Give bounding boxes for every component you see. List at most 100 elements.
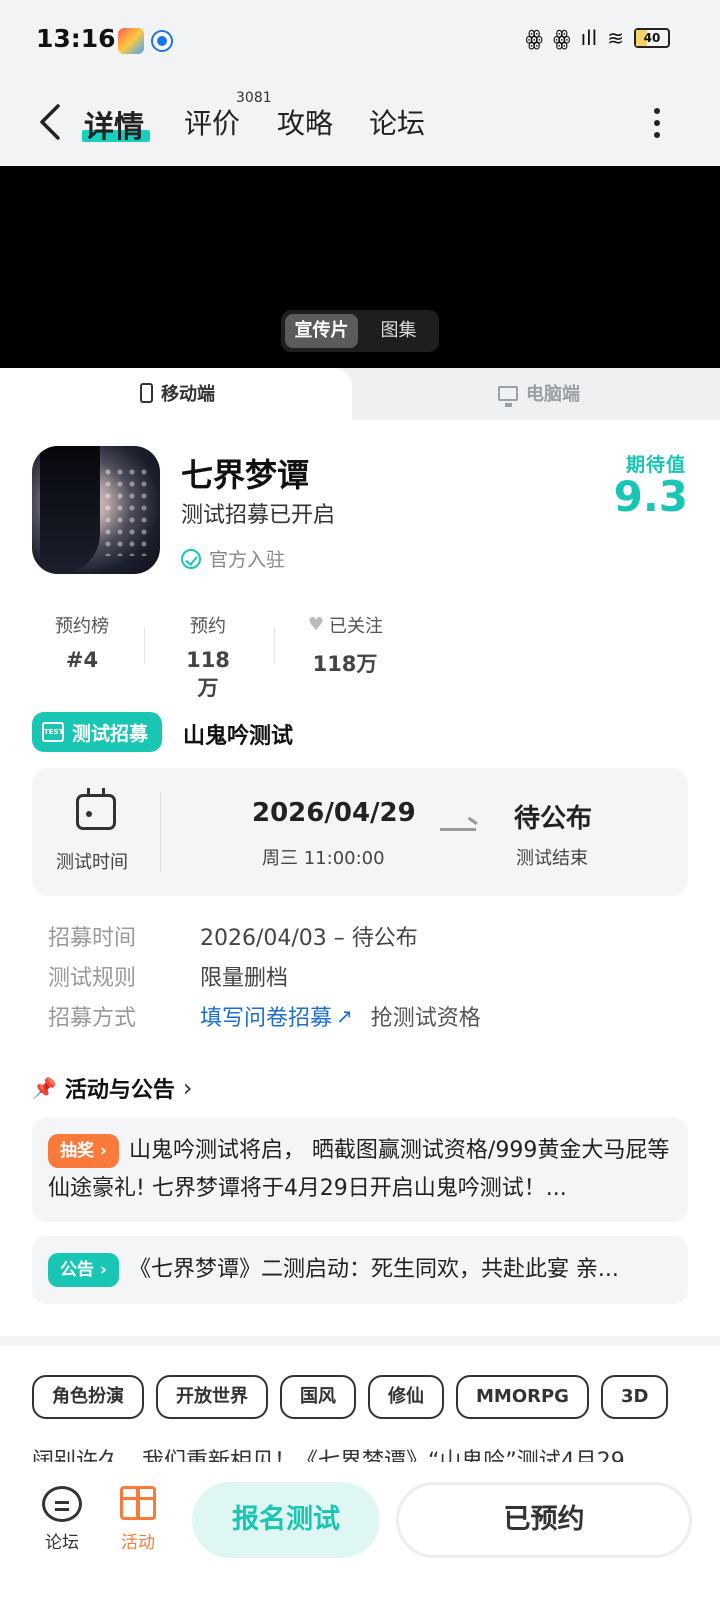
- test-time-card: 测试时间 2026/04/29 周三 11:00:00 待公布 测试结束: [32, 768, 688, 896]
- status-icons: ꙮ ꙮ ıll ≋ 40: [525, 26, 670, 50]
- back-icon[interactable]: [36, 100, 66, 144]
- calendar-icon: [76, 788, 116, 830]
- notice-content: 《七界梦谭》二测启动：死生同欢，共赴此宴 亲...: [128, 1257, 619, 1282]
- tab-guides[interactable]: 攻略: [277, 102, 333, 142]
- stat-following-label-row: ♥ 已关注: [300, 612, 390, 638]
- gallery-button[interactable]: 图集: [362, 314, 435, 348]
- stat-following[interactable]: ♥ 已关注 118万: [300, 612, 390, 678]
- info-label: 招募时间: [48, 926, 137, 951]
- app-notification-icon: [118, 28, 144, 54]
- notification-icon: ꙮ: [552, 26, 571, 50]
- questionnaire-link[interactable]: 填写问卷招募 ↗: [200, 1000, 353, 1032]
- platform-pc-label: 电脑端: [526, 384, 580, 405]
- gift-icon: [120, 1486, 156, 1520]
- phone-icon: [140, 383, 153, 403]
- info-row-recruit-method: 招募方式 填写问卷招募 ↗ 抢测试资格: [48, 1000, 481, 1032]
- monitor-icon: [498, 385, 518, 407]
- tab-reviews[interactable]: 评价: [184, 102, 240, 142]
- info-value: 限量删档: [200, 966, 289, 991]
- media-toggle: 宣传片 图集: [281, 310, 439, 352]
- stat-rank-label: 预约榜: [55, 616, 109, 637]
- platform-mobile-label: 移动端: [161, 384, 215, 405]
- video-player[interactable]: 宣传片 图集: [0, 166, 720, 368]
- genre-tags: 角色扮演 开放世界 国风 修仙 MMORPG 3D: [32, 1375, 669, 1419]
- activities-header[interactable]: 📌 活动与公告 ›: [32, 1072, 193, 1104]
- notice-content: 山鬼吟测试将启， 晒截图赢测试资格/999黄金大马屁等仙途豪礼! 七界梦谭将于4…: [48, 1138, 670, 1201]
- test-end-value: 待公布: [514, 804, 593, 834]
- genre-tag[interactable]: 角色扮演: [32, 1375, 144, 1419]
- game-title: 七界梦谭: [181, 456, 310, 494]
- description-preview: 阔别许久，我们重新相见！《七界梦谭》“山鬼吟”测试4月29: [32, 1449, 625, 1462]
- stat-following-value: 118万: [312, 652, 378, 676]
- more-icon[interactable]: [652, 104, 662, 138]
- test-start-time: 周三 11:00:00: [262, 848, 385, 869]
- forum-label: 论坛: [45, 1533, 79, 1553]
- stat-reservations-value: 118万: [186, 648, 230, 700]
- section-divider: [0, 1336, 720, 1346]
- divider: [160, 792, 161, 872]
- tab-details[interactable]: 详情: [84, 102, 144, 146]
- tab-forum[interactable]: 论坛: [369, 102, 425, 142]
- notice-text: 公告 › 《七界梦谭》二测启动：死生同欢，共赴此宴 亲...: [48, 1251, 672, 1289]
- forum-button[interactable]: 论坛: [32, 1486, 92, 1553]
- stat-rank-value: #4: [65, 648, 99, 672]
- game-subtitle: 测试招募已开启: [181, 503, 336, 528]
- genre-tag[interactable]: MMORPG: [456, 1375, 589, 1419]
- platform-mobile[interactable]: 移动端: [140, 380, 215, 406]
- test-end-label: 测试结束: [516, 848, 588, 869]
- genre-tag[interactable]: 开放世界: [156, 1375, 268, 1419]
- stat-following-label: 已关注: [329, 616, 383, 637]
- announcement-tag: 公告 ›: [48, 1253, 119, 1287]
- platform-tabs: 移动端 电脑端: [0, 368, 720, 420]
- reviews-count: 3081: [236, 90, 272, 106]
- arrow-right-icon: [440, 828, 476, 831]
- official-badge: 官方入驻: [181, 545, 285, 572]
- divider: [144, 628, 145, 664]
- info-row-recruit-time: 招募时间 2026/04/03 – 待公布: [48, 920, 418, 952]
- status-bar: 13:16 ꙮ ꙮ ıll ≋ 40: [0, 0, 720, 82]
- stat-rank[interactable]: 预约榜 #4: [50, 612, 114, 672]
- notice-item-announcement[interactable]: 公告 › 《七界梦谭》二测启动：死生同欢，共赴此宴 亲...: [32, 1236, 688, 1304]
- pin-icon: 📌: [32, 1076, 57, 1100]
- expectation-score: 9.3: [613, 472, 688, 521]
- battery-icon: 40: [634, 28, 670, 48]
- test-recruit-badge: TEST 测试招募: [32, 712, 163, 752]
- reserved-button[interactable]: 已预约: [396, 1482, 692, 1558]
- notice-item-lottery[interactable]: 抽奖 › 山鬼吟测试将启， 晒截图赢测试资格/999黄金大马屁等仙途豪礼! 七界梦…: [32, 1118, 688, 1222]
- test-time-label: 测试时间: [56, 852, 128, 873]
- wifi-icon: ≋: [607, 26, 624, 50]
- bottom-action-bar: 论坛 活动 报名测试 已预约: [0, 1462, 720, 1608]
- signal-icon: ıll: [580, 26, 598, 50]
- trailer-button[interactable]: 宣传片: [285, 314, 358, 348]
- heart-icon: ♥: [307, 614, 325, 635]
- notification-icon: ꙮ: [525, 26, 543, 50]
- notice-text: 抽奖 › 山鬼吟测试将启， 晒截图赢测试资格/999黄金大马屁等仙途豪礼! 七界梦…: [48, 1132, 672, 1208]
- game-app-icon: [32, 446, 160, 574]
- activities-title: 活动与公告: [64, 1078, 175, 1103]
- official-label: 官方入驻: [209, 549, 286, 571]
- platform-pc[interactable]: 电脑端: [498, 380, 580, 407]
- chat-bubble-icon: [42, 1486, 82, 1522]
- genre-tag[interactable]: 修仙: [368, 1375, 444, 1419]
- genre-tag[interactable]: 国风: [280, 1375, 356, 1419]
- lottery-tag: 抽奖 ›: [48, 1134, 119, 1168]
- info-label: 招募方式: [48, 1006, 137, 1031]
- status-time: 13:16: [36, 24, 116, 53]
- info-row-test-rules: 测试规则 限量删档: [48, 960, 288, 992]
- test-icon: TEST: [42, 722, 64, 742]
- app-notification-icon-2: [153, 32, 171, 50]
- genre-tag[interactable]: 3D: [600, 1375, 669, 1419]
- top-nav: 详情 评价 3081 攻略 论坛: [0, 82, 720, 166]
- info-value: 2026/04/03 – 待公布: [200, 926, 418, 951]
- activity-label: 活动: [121, 1533, 155, 1553]
- test-badge-label: 测试招募: [72, 722, 149, 745]
- test-start-date: 2026/04/29: [252, 798, 416, 828]
- signup-test-button[interactable]: 报名测试: [192, 1482, 380, 1558]
- questionnaire-link-label: 填写问卷招募: [200, 1006, 333, 1031]
- activity-button[interactable]: 活动: [108, 1486, 168, 1553]
- test-name: 山鬼吟测试: [183, 724, 294, 749]
- info-label: 测试规则: [48, 966, 137, 991]
- stat-reservations-label: 预约: [190, 616, 226, 637]
- external-link-icon: ↗: [336, 1004, 353, 1028]
- chevron-right-icon: ›: [182, 1074, 193, 1102]
